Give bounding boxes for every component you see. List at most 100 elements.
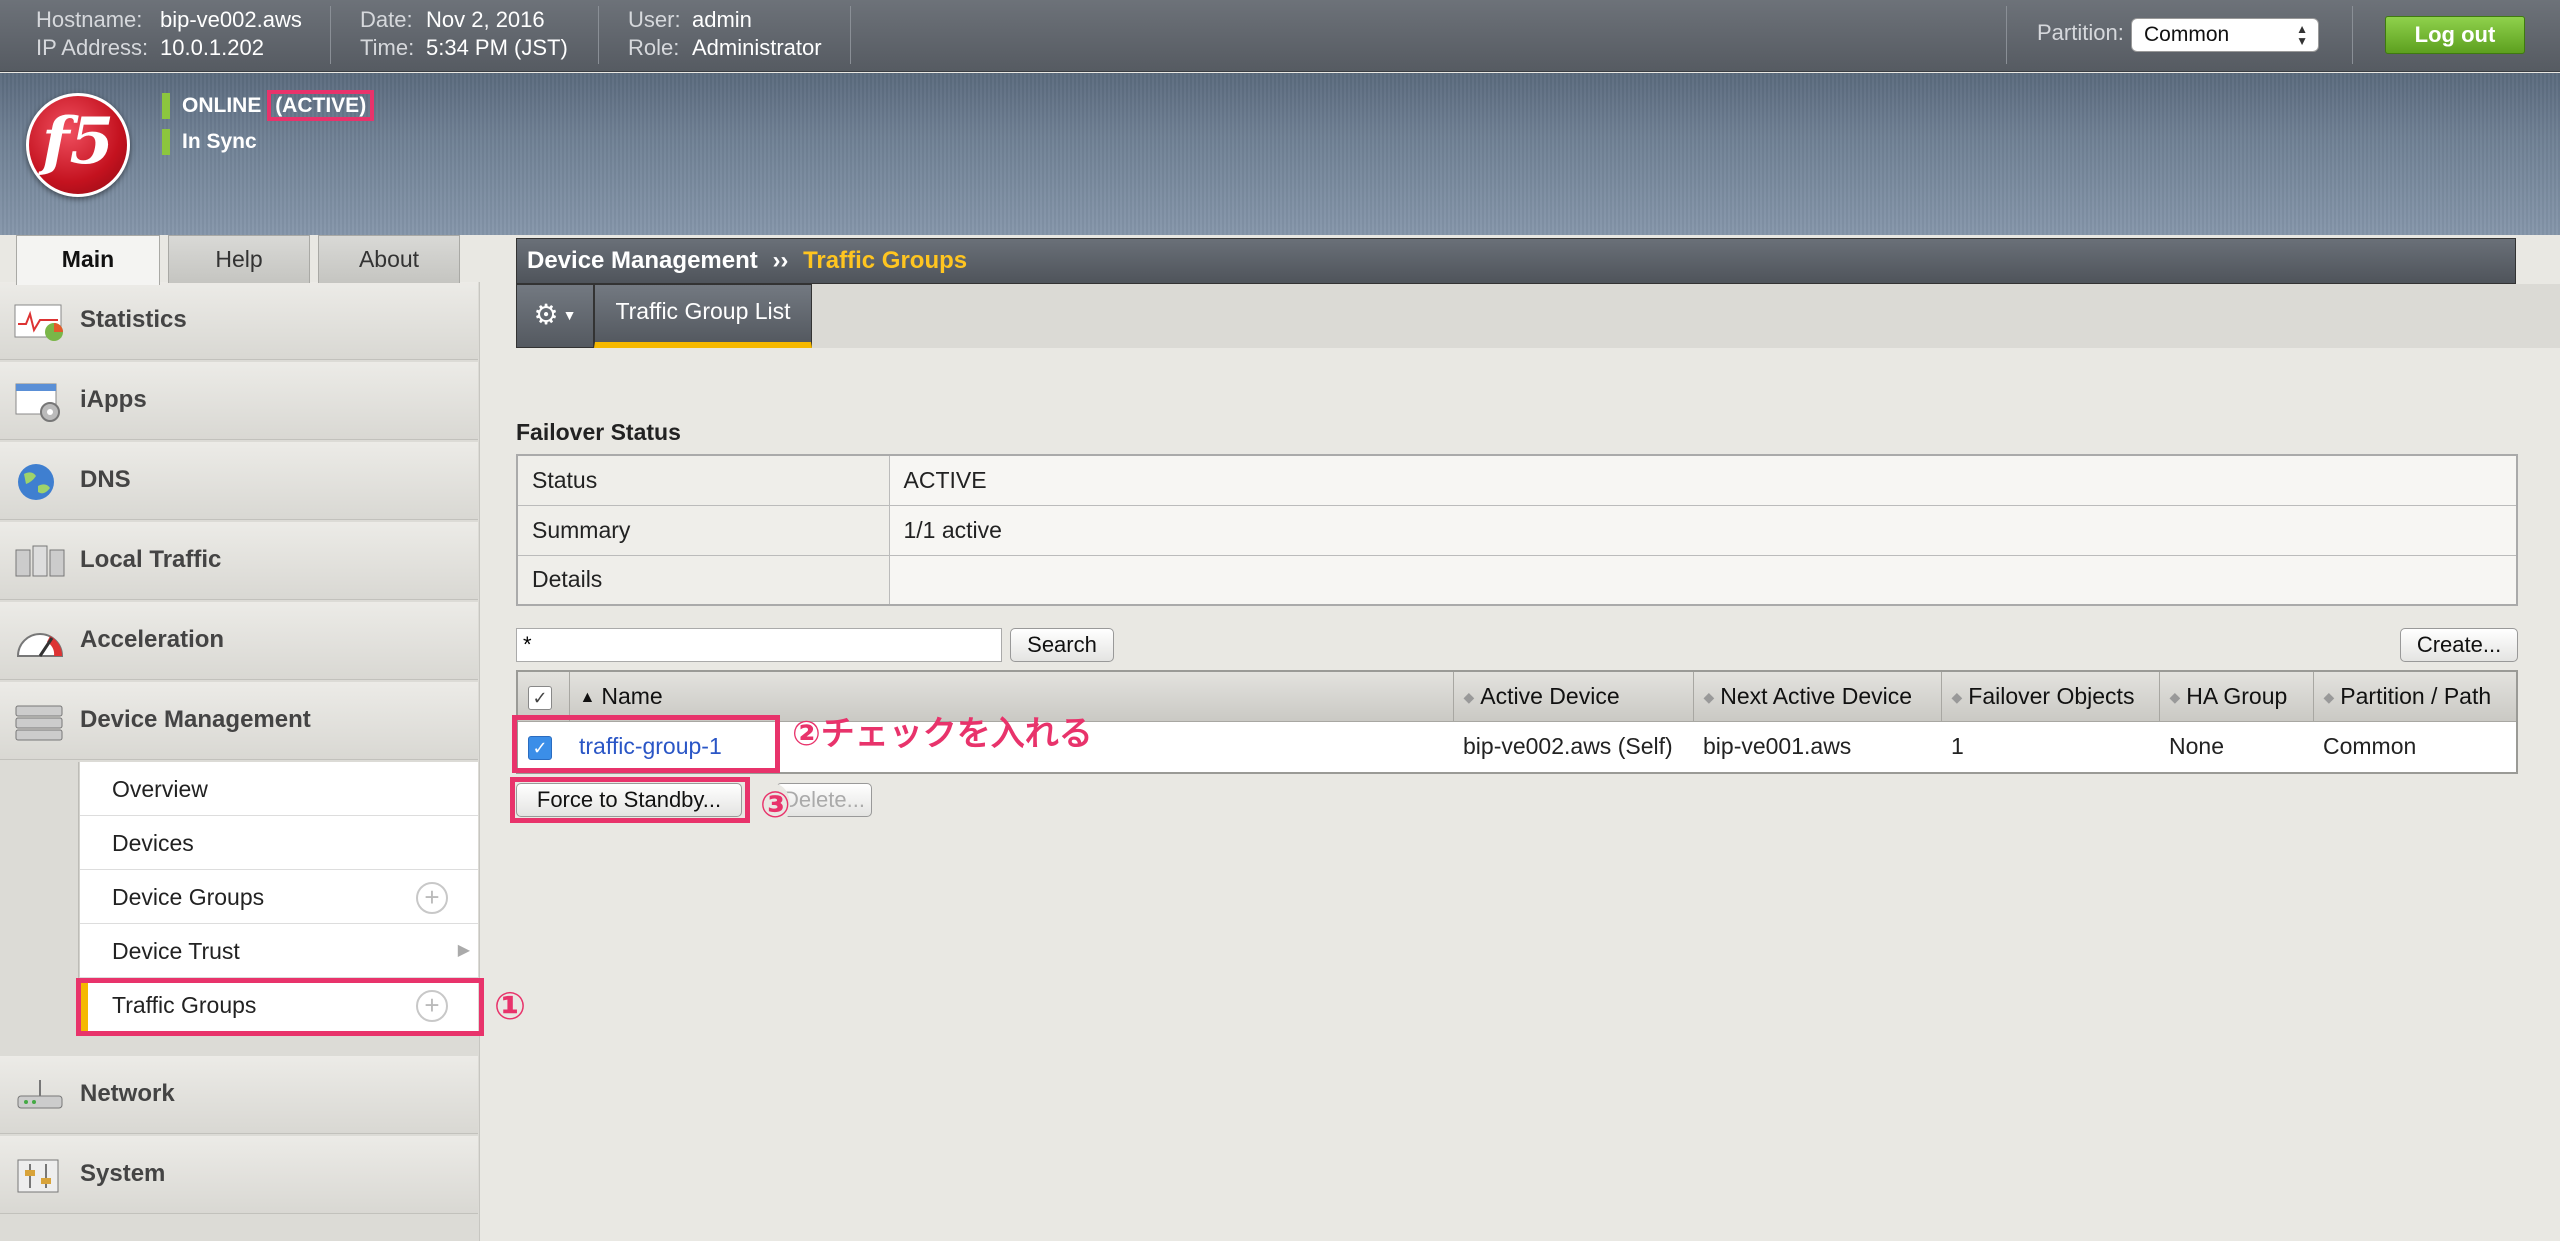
next-active-cell: bip-ve001.aws — [1693, 720, 1941, 773]
select-all-checkbox[interactable]: ✓ — [528, 685, 552, 710]
row-key: Details — [516, 554, 890, 606]
ha-group-cell: None — [2159, 720, 2313, 773]
column-label: Active Device — [1480, 682, 1620, 709]
nav-label: iApps — [80, 386, 147, 413]
status-active-highlight: (ACTIVE) — [267, 90, 375, 121]
time-label: Time: — [360, 35, 415, 60]
create-button[interactable]: Create... — [2400, 628, 2518, 662]
column-header-active-device[interactable]: ◆ Active Device — [1452, 670, 1694, 722]
user-label: User: — [628, 7, 681, 32]
gear-icon: ⚙ — [533, 299, 559, 330]
time-value: 5:34 PM (JST) — [426, 35, 568, 60]
divider — [2352, 6, 2353, 64]
row-value: 1/1 active — [888, 504, 2518, 556]
column-label: HA Group — [2186, 682, 2288, 709]
nav-item-acceleration[interactable]: Acceleration — [0, 602, 478, 680]
sidebar-item-devices[interactable]: Devices — [80, 816, 478, 870]
status-sync: In Sync — [162, 127, 257, 157]
partition-select[interactable]: Common ▲ ▼ — [2131, 18, 2319, 52]
table-row: Summary 1/1 active — [516, 504, 2518, 556]
sync-indicator-icon — [162, 129, 170, 156]
nav-label: Local Traffic — [80, 546, 222, 573]
active-device-cell: bip-ve002.aws (Self) — [1453, 720, 1693, 773]
nav-item-system[interactable]: System — [0, 1136, 478, 1214]
annotation-box-1 — [76, 978, 484, 1036]
subnav-label: Overview — [112, 776, 208, 802]
sort-icon: ◆ — [1463, 688, 1475, 705]
column-header-failover-objects[interactable]: ◆ Failover Objects — [1940, 670, 2160, 722]
partition-label: Partition: — [2037, 20, 2124, 45]
iapps-icon — [15, 383, 60, 422]
nav-label: DNS — [80, 466, 131, 493]
sidebar-item-overview[interactable]: Overview — [80, 762, 478, 816]
annotation-box-2 — [512, 715, 780, 773]
divider — [850, 6, 851, 64]
network-icon — [17, 1080, 63, 1109]
sidebar-item-device-trust[interactable]: Device Trust ▶ — [80, 924, 478, 978]
ip-label: IP Address: — [36, 35, 149, 60]
annotation-step1: ① — [494, 986, 527, 1028]
top-bar: Hostname: bip-ve002.aws IP Address: 10.0.1… — [0, 0, 2560, 72]
sort-icon: ◆ — [1703, 688, 1715, 705]
tab-main[interactable]: Main — [16, 235, 160, 285]
host-info: Hostname: bip-ve002.aws IP Address: 10.0.1… — [36, 6, 302, 62]
divider — [598, 6, 599, 64]
add-icon[interactable]: + — [416, 882, 448, 914]
annotation-step3: ③ — [760, 784, 791, 826]
status-sync-text: In Sync — [182, 130, 257, 153]
hostname-label: Hostname: — [36, 7, 143, 32]
column-label: Next Active Device — [1720, 682, 1913, 709]
delete-button[interactable]: Delete... — [776, 783, 872, 817]
nav-item-device-management[interactable]: Device Management — [0, 682, 478, 760]
breadcrumb: Device Management ›› Traffic Groups — [516, 238, 2516, 284]
row-key: Summary — [516, 504, 890, 556]
column-header-partition[interactable]: ◆ Partition / Path — [2312, 670, 2518, 722]
failover-status-table: Status ACTIVE Summary 1/1 active Details — [516, 454, 2518, 606]
filter-input[interactable] — [516, 628, 1002, 662]
logout-button[interactable]: Log out — [2385, 16, 2525, 54]
status-indicator-icon — [162, 93, 170, 120]
left-nav: Statistics iApps DNS Local Traffic Accel… — [0, 282, 480, 1241]
sort-icon: ◆ — [2169, 688, 2181, 705]
date-label: Date: — [360, 7, 413, 32]
breadcrumb-parent[interactable]: Device Management — [527, 247, 758, 274]
column-label: Name — [601, 682, 663, 709]
row-value — [888, 554, 2518, 606]
nav-item-statistics[interactable]: Statistics — [0, 282, 478, 360]
nav-item-dns[interactable]: DNS — [0, 442, 478, 520]
sort-asc-icon: ▲ — [579, 688, 596, 706]
nav-item-network[interactable]: Network — [0, 1056, 478, 1134]
column-header-ha-group[interactable]: ◆ HA Group — [2158, 670, 2314, 722]
nav-item-iapps[interactable]: iApps — [0, 362, 478, 440]
tab-help[interactable]: Help — [168, 235, 310, 283]
user-value: admin — [692, 7, 752, 32]
sidebar-item-device-groups[interactable]: Device Groups + — [80, 870, 478, 924]
role-label: Role: — [628, 35, 680, 60]
tab-traffic-group-list[interactable]: Traffic Group List — [594, 284, 812, 348]
nav-label: Statistics — [80, 306, 187, 333]
system-icon — [17, 1159, 59, 1193]
status-active-text: (ACTIVE) — [275, 94, 367, 117]
column-label: Partition / Path — [2340, 682, 2492, 709]
f5-logo: f5 — [26, 93, 130, 197]
tab-about[interactable]: About — [318, 235, 460, 283]
gear-menu-button[interactable]: ⚙ ▼ — [516, 284, 594, 348]
logo-text: f5 — [41, 104, 115, 179]
device-management-icon — [15, 705, 63, 741]
table-row: Status ACTIVE — [516, 454, 2518, 506]
nav-label: System — [80, 1160, 166, 1187]
nav-item-local-traffic[interactable]: Local Traffic — [0, 522, 478, 600]
subnav-label: Device Groups — [112, 884, 265, 910]
role-value: Administrator — [692, 35, 822, 60]
chevron-down-icon: ▼ — [562, 307, 577, 323]
date-info: Date: Nov 2, 2016 Time: 5:34 PM (JST) — [360, 6, 568, 62]
search-button[interactable]: Search — [1010, 628, 1114, 662]
failover-status-title: Failover Status — [516, 419, 681, 445]
select-all-header: ✓ — [516, 670, 570, 722]
status-online: ONLINE (ACTIVE) — [162, 90, 375, 121]
subnav-label: Device Trust — [112, 938, 240, 964]
sort-icon: ◆ — [2323, 688, 2335, 705]
sort-icon: ◆ — [1951, 688, 1963, 705]
column-header-next-active-device[interactable]: ◆ Next Active Device — [1692, 670, 1942, 722]
annotation-step2: ②チェックを入れる — [792, 715, 1093, 753]
